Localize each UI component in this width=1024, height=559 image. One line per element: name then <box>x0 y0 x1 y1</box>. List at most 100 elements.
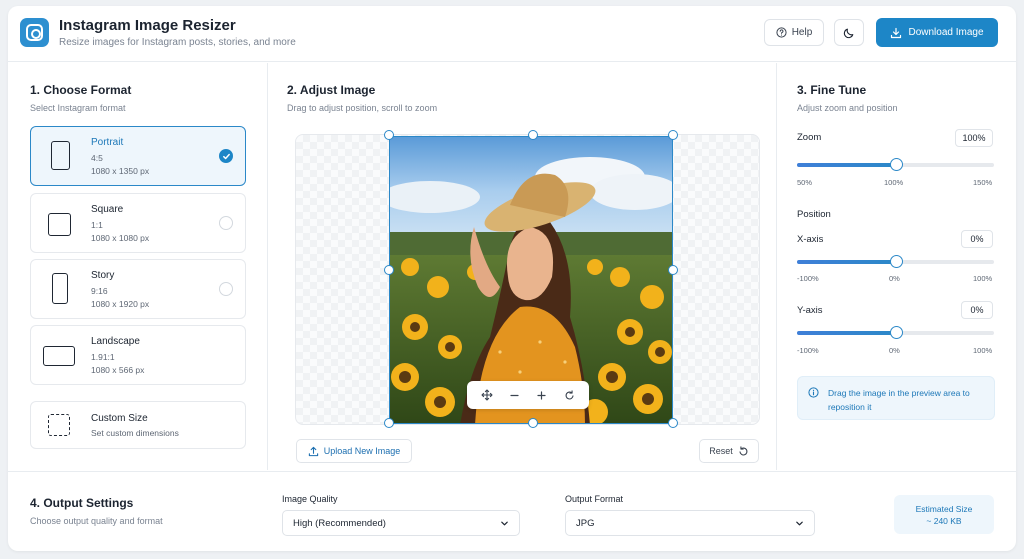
format-option-story[interactable]: Story 9:16 1080 x 1920 px <box>30 259 246 319</box>
finetune-panel: 3. Fine Tune Adjust zoom and position Zo… <box>776 63 1016 470</box>
format-ratio: 1:1 <box>91 220 103 230</box>
custom-size-desc: Set custom dimensions <box>91 428 179 438</box>
upload-image-button[interactable]: Upload New Image <box>296 439 412 463</box>
adjust-title: 2. Adjust Image <box>287 83 376 97</box>
format-name: Portrait <box>91 137 124 148</box>
x-axis-mid-label: 0% <box>889 274 900 283</box>
radio-button[interactable] <box>219 216 233 230</box>
estimated-size-value: ~ 240 KB <box>926 516 962 526</box>
theme-toggle-button[interactable] <box>834 19 864 46</box>
format-label: Output Format <box>565 494 624 504</box>
rotate-icon[interactable] <box>558 384 580 406</box>
x-axis-label: X-axis <box>797 234 824 245</box>
format-ratio: 9:16 <box>91 286 108 296</box>
reset-button[interactable]: Reset <box>699 439 759 463</box>
resize-handle[interactable] <box>384 265 394 275</box>
app-subtitle: Resize images for Instagram posts, stori… <box>59 37 296 48</box>
radio-button[interactable] <box>219 282 233 296</box>
zoom-in-icon[interactable] <box>531 384 553 406</box>
y-axis-max-label: 100% <box>973 346 993 355</box>
output-title: 4. Output Settings <box>30 496 134 510</box>
format-name: Landscape <box>91 336 140 347</box>
zoom-mid-label: 100% <box>884 178 904 187</box>
y-axis-label: Y-axis <box>797 305 823 316</box>
download-label: Download Image <box>908 27 984 38</box>
story-shape-icon <box>52 273 68 304</box>
zoom-max-label: 150% <box>973 178 993 187</box>
format-panel: 1. Choose Format Select Instagram format… <box>8 63 268 470</box>
format-name: Square <box>91 204 124 215</box>
format-option-portrait[interactable]: Portrait 4:5 1080 x 1350 px <box>30 126 246 186</box>
output-format-value: JPG <box>576 517 595 529</box>
y-axis-value-input[interactable]: 0% <box>961 301 993 319</box>
check-icon[interactable] <box>219 149 233 163</box>
info-icon <box>808 387 819 398</box>
zoom-slider-thumb[interactable] <box>889 158 903 171</box>
landscape-shape-icon <box>43 346 75 366</box>
zoom-value-input[interactable]: 100% <box>955 129 993 147</box>
app-logo-icon <box>20 18 49 47</box>
x-axis-value-input[interactable]: 0% <box>961 230 993 248</box>
y-axis-slider[interactable] <box>797 326 994 339</box>
format-option-landscape[interactable]: Landscape 1.91:1 1080 x 566 px <box>30 325 246 385</box>
finetune-subtitle: Adjust zoom and position <box>797 103 898 113</box>
chevron-down-icon <box>501 521 508 526</box>
move-icon[interactable] <box>476 384 498 406</box>
zoom-out-icon[interactable] <box>503 384 525 406</box>
image-toolbar <box>467 381 589 409</box>
format-dims: 1080 x 1920 px <box>91 299 150 309</box>
format-option-square[interactable]: Square 1:1 1080 x 1080 px <box>30 193 246 253</box>
output-settings: 4. Output Settings Choose output quality… <box>8 471 1016 551</box>
info-box: Drag the image in the preview area to re… <box>797 376 995 420</box>
quality-value: High (Recommended) <box>293 517 386 529</box>
upload-label: Upload New Image <box>323 446 401 456</box>
x-axis-slider-thumb[interactable] <box>889 255 903 268</box>
help-button[interactable]: Help <box>764 19 824 46</box>
zoom-min-label: 50% <box>797 178 813 187</box>
custom-size-icon <box>48 414 70 436</box>
format-name: Story <box>91 270 115 281</box>
format-dims: 1080 x 1080 px <box>91 233 150 243</box>
zoom-label: Zoom <box>797 132 822 143</box>
square-shape-icon <box>48 213 71 236</box>
download-button[interactable]: Download Image <box>876 18 998 47</box>
info-text: Drag the image in the preview area to re… <box>828 388 970 412</box>
reset-icon <box>739 445 748 456</box>
x-axis-min-label: -100% <box>797 274 819 283</box>
format-dims: 1080 x 1350 px <box>91 166 150 176</box>
y-axis-slider-thumb[interactable] <box>889 326 903 339</box>
resize-handle[interactable] <box>384 130 394 140</box>
moon-icon <box>843 28 854 38</box>
upload-icon <box>308 446 318 456</box>
quality-select[interactable]: High (Recommended) <box>282 510 520 536</box>
format-subtitle: Select Instagram format <box>30 103 126 113</box>
resize-handle[interactable] <box>668 130 678 140</box>
output-subtitle: Choose output quality and format <box>30 516 163 526</box>
zoom-slider[interactable] <box>797 158 994 171</box>
resize-handle[interactable] <box>528 130 538 140</box>
adjust-panel: 2. Adjust Image Drag to adjust position,… <box>268 63 776 470</box>
help-label: Help <box>791 27 813 38</box>
download-icon <box>891 27 902 38</box>
output-format-select[interactable]: JPG <box>565 510 815 536</box>
format-ratio: 1.91:1 <box>91 352 115 362</box>
x-axis-max-label: 100% <box>973 274 993 283</box>
position-label: Position <box>797 209 831 220</box>
preview-canvas[interactable] <box>295 130 760 428</box>
y-axis-min-label: -100% <box>797 346 819 355</box>
resize-handle[interactable] <box>668 418 678 428</box>
format-ratio: 4:5 <box>91 153 103 163</box>
chevron-down-icon <box>796 521 803 526</box>
y-axis-mid-label: 0% <box>889 346 900 355</box>
estimated-size-badge: Estimated Size ~ 240 KB <box>894 495 994 534</box>
resize-handle[interactable] <box>528 418 538 428</box>
finetune-title: 3. Fine Tune <box>797 83 867 97</box>
custom-size-name: Custom Size <box>91 413 148 424</box>
header: Instagram Image Resizer Resize images fo… <box>8 6 1016 62</box>
x-axis-slider[interactable] <box>797 255 994 268</box>
resize-handle[interactable] <box>384 418 394 428</box>
format-option-custom[interactable]: Custom Size Set custom dimensions <box>30 401 246 449</box>
quality-label: Image Quality <box>282 494 338 504</box>
resize-handle[interactable] <box>668 265 678 275</box>
app-window: Instagram Image Resizer Resize images fo… <box>8 6 1016 551</box>
